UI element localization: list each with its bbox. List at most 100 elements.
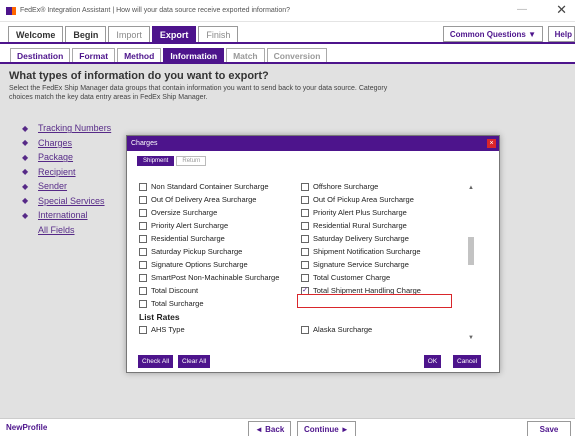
option-alaska-surcharge[interactable]: Alaska Surcharge	[301, 323, 421, 336]
option-priority-alert-plus[interactable]: Priority Alert Plus Surcharge	[301, 206, 421, 219]
option-label: SmartPost Non-Machinable Surcharge	[151, 273, 280, 282]
checkbox[interactable]	[139, 195, 147, 204]
option-label: Total Surcharge	[151, 299, 204, 308]
option-signature-options[interactable]: Signature Options Surcharge	[139, 258, 279, 271]
export-steps-nav: Destination Format Method Information Ma…	[0, 46, 575, 64]
subtab-information[interactable]: Information	[163, 48, 225, 62]
option-label: Shipment Notification Surcharge	[313, 247, 421, 256]
option-label: Out Of Delivery Area Surcharge	[151, 195, 257, 204]
list-rates-heading: List Rates	[139, 311, 180, 322]
help-button[interactable]: Help	[547, 26, 575, 42]
checkbox[interactable]	[139, 260, 147, 269]
subtab-method[interactable]: Method	[117, 48, 162, 62]
checkbox[interactable]	[301, 182, 309, 191]
checkbox[interactable]	[301, 195, 309, 204]
option-out-of-pickup-area[interactable]: Out Of Pickup Area Surcharge	[301, 193, 421, 206]
charges-dialog: Charges × Shipment Return Non Standard C…	[126, 135, 500, 373]
tab-welcome[interactable]: Welcome	[8, 26, 64, 42]
tab-export[interactable]: Export	[151, 26, 197, 42]
checkbox[interactable]	[301, 221, 309, 230]
back-button[interactable]: ◄ Back	[248, 421, 292, 436]
option-ahs-type[interactable]: AHS Type	[139, 323, 279, 336]
checkbox[interactable]	[139, 299, 147, 308]
option-priority-alert[interactable]: Priority Alert Surcharge	[139, 219, 279, 232]
clear-all-button[interactable]: Clear All	[178, 355, 211, 368]
options-left-column: Non Standard Container Surcharge Out Of …	[139, 180, 279, 336]
checkbox[interactable]	[301, 325, 309, 334]
dialog-header: Charges ×	[127, 136, 499, 151]
tab-begin[interactable]: Begin	[65, 26, 107, 42]
option-saturday-delivery[interactable]: Saturday Delivery Surcharge	[301, 232, 421, 245]
checkbox[interactable]	[139, 208, 147, 217]
checkbox[interactable]	[139, 286, 147, 295]
close-icon[interactable]: ×	[487, 139, 496, 148]
option-label: Out Of Pickup Area Surcharge	[313, 195, 414, 204]
option-out-of-delivery-area[interactable]: Out Of Delivery Area Surcharge	[139, 193, 279, 206]
options-scroll-pane[interactable]: Non Standard Container Surcharge Out Of …	[137, 180, 480, 344]
subtab-destination[interactable]: Destination	[10, 48, 71, 62]
option-saturday-pickup[interactable]: Saturday Pickup Surcharge	[139, 245, 279, 258]
option-total-customer-charge[interactable]: Total Customer Charge	[301, 271, 421, 284]
option-label: Residential Rural Surcharge	[313, 221, 407, 230]
option-label: Signature Service Surcharge	[313, 260, 409, 269]
bottom-bar: NewProfile ◄ Back Continue ► Save	[0, 418, 575, 436]
subtab-match[interactable]: Match	[226, 48, 265, 62]
checkbox[interactable]	[301, 208, 309, 217]
option-label: Non Standard Container Surcharge	[151, 182, 269, 191]
option-offshore[interactable]: Offshore Surcharge	[301, 180, 421, 193]
continue-button[interactable]: Continue ►	[297, 421, 356, 436]
checkbox[interactable]	[301, 260, 309, 269]
option-label: Total Customer Charge	[313, 273, 391, 282]
checkbox[interactable]	[301, 247, 309, 256]
dialog-title: Charges	[131, 140, 158, 147]
common-questions-button[interactable]: Common Questions ▼	[442, 26, 543, 42]
option-label: AHS Type	[151, 325, 185, 334]
ok-button[interactable]: OK	[424, 355, 441, 368]
option-label: Priority Alert Surcharge	[151, 221, 229, 230]
cancel-button[interactable]: Cancel	[453, 355, 482, 368]
title-bar: FedEx® Integration Assistant | How will …	[0, 0, 575, 22]
subtab-conversion[interactable]: Conversion	[266, 48, 328, 62]
option-label: Offshore Surcharge	[313, 182, 379, 191]
chevron-up-icon[interactable]: ▲	[467, 184, 475, 192]
checkbox[interactable]	[139, 273, 147, 282]
main-nav: Welcome Begin Import Export Finish Commo…	[0, 24, 575, 44]
checkbox[interactable]	[139, 234, 147, 243]
save-button[interactable]: Save	[527, 421, 571, 436]
option-shipment-notification[interactable]: Shipment Notification Surcharge	[301, 245, 421, 258]
checkbox[interactable]	[139, 221, 147, 230]
spacer-row	[301, 310, 421, 323]
checkbox[interactable]	[139, 182, 147, 191]
option-label: Priority Alert Plus Surcharge	[313, 208, 407, 217]
scroll-thumb[interactable]	[468, 237, 474, 265]
subtab-format[interactable]: Format	[72, 48, 116, 62]
fedex-logo-icon	[6, 6, 16, 15]
scrollbar[interactable]: ▲ ▼	[467, 180, 475, 344]
option-label: Saturday Delivery Surcharge	[313, 234, 409, 243]
option-label: Alaska Surcharge	[313, 325, 373, 334]
option-label: Saturday Pickup Surcharge	[151, 247, 243, 256]
checkbox[interactable]	[139, 247, 147, 256]
option-residential[interactable]: Residential Surcharge	[139, 232, 279, 245]
window-title: FedEx® Integration Assistant | How will …	[20, 7, 290, 14]
option-total-surcharge[interactable]: Total Surcharge	[139, 297, 279, 310]
option-non-standard-container[interactable]: Non Standard Container Surcharge	[139, 180, 279, 193]
option-residential-rural[interactable]: Residential Rural Surcharge	[301, 219, 421, 232]
profile-name: NewProfile	[6, 423, 48, 432]
tab-shipment[interactable]: Shipment	[137, 156, 175, 166]
option-total-discount[interactable]: Total Discount	[139, 284, 279, 297]
option-signature-service[interactable]: Signature Service Surcharge	[301, 258, 421, 271]
check-all-button[interactable]: Check All	[138, 355, 174, 368]
option-smartpost-non-machinable[interactable]: SmartPost Non-Machinable Surcharge	[139, 271, 279, 284]
option-oversize[interactable]: Oversize Surcharge	[139, 206, 279, 219]
checkbox[interactable]	[301, 234, 309, 243]
close-window-button[interactable]: ✕	[556, 2, 567, 18]
checkbox[interactable]	[301, 273, 309, 282]
selection-highlight	[297, 294, 452, 308]
tab-finish[interactable]: Finish	[198, 26, 239, 42]
minimize-button[interactable]: —	[517, 4, 527, 15]
tab-return[interactable]: Return	[176, 156, 207, 166]
tab-import[interactable]: Import	[108, 26, 150, 42]
chevron-down-icon[interactable]: ▼	[467, 334, 475, 342]
checkbox[interactable]	[139, 325, 147, 334]
